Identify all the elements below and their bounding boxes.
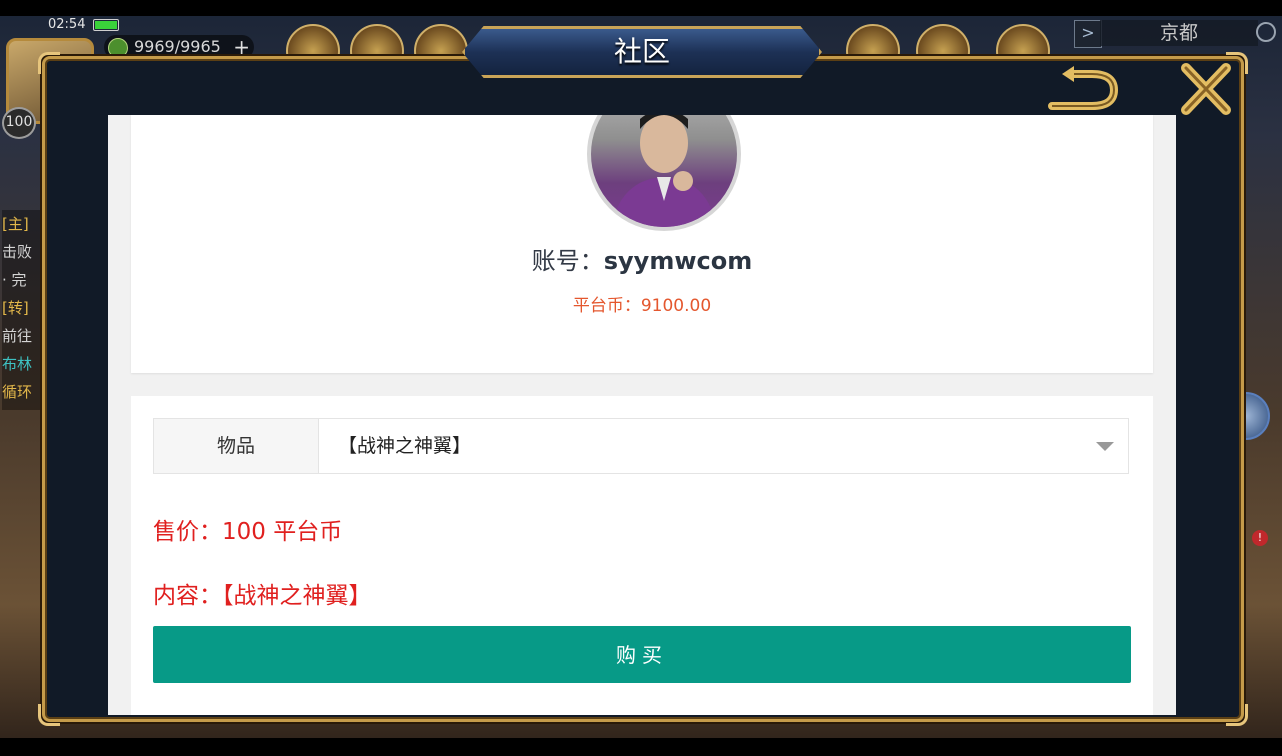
resource-value: 9969/9965 bbox=[134, 37, 221, 56]
price-text: 售价：100 平台币 bbox=[153, 519, 343, 545]
close-icon[interactable] bbox=[1178, 62, 1234, 116]
quest-line: · 完 bbox=[2, 271, 27, 289]
jade-icon bbox=[108, 38, 128, 58]
user-avatar bbox=[587, 115, 741, 231]
status-bar bbox=[0, 0, 1282, 16]
account-name: syymwcom bbox=[603, 247, 753, 275]
profile-card: 账号：syymwcom 平台币：9100.00 bbox=[131, 115, 1153, 373]
item-label: 物品 bbox=[154, 419, 319, 473]
content-text: 内容：【战神之神翼】 bbox=[153, 583, 372, 609]
expand-arrow-button[interactable]: > bbox=[1074, 20, 1102, 48]
dialog-content: 账号：syymwcom 平台币：9100.00 物品 【战神之神翼】 售价：10… bbox=[108, 115, 1176, 715]
quest-line: [转] bbox=[2, 299, 29, 317]
back-icon[interactable] bbox=[1044, 66, 1120, 114]
account-label: 账号： bbox=[531, 247, 604, 275]
map-search-icon[interactable] bbox=[1256, 22, 1276, 42]
quest-line: 击败 bbox=[2, 243, 33, 261]
trade-card: 物品 【战神之神翼】 售价：100 平台币 内容：【战神之神翼】 购买 bbox=[131, 396, 1153, 715]
dialog-title: 社区 bbox=[613, 35, 670, 68]
quest-line: 循环 bbox=[2, 383, 33, 401]
platform-coins: 平台币：9100.00 bbox=[572, 296, 712, 316]
bottom-bar bbox=[0, 738, 1282, 756]
clock: 02:54 bbox=[48, 17, 86, 32]
account-info: 账号：syymwcom bbox=[131, 241, 1153, 276]
person-icon bbox=[611, 115, 717, 227]
quest-line: [主] bbox=[2, 215, 29, 233]
frame-corner bbox=[1226, 704, 1248, 726]
selected-item: 【战神之神翼】 bbox=[338, 435, 472, 457]
frame-corner bbox=[38, 52, 60, 74]
quest-tracker[interactable]: [主] 击败 · 完 [转] 前往 布林 循环 bbox=[2, 210, 42, 410]
chevron-down-icon[interactable] bbox=[1096, 442, 1114, 451]
battery-icon bbox=[93, 19, 119, 31]
item-selector[interactable]: 物品 【战神之神翼】 bbox=[153, 418, 1129, 474]
item-select[interactable]: 【战神之神翼】 bbox=[318, 419, 1128, 473]
quest-line: 布林 bbox=[2, 355, 33, 373]
city-name: 京都 bbox=[1100, 20, 1258, 46]
level-badge: 100 bbox=[2, 107, 36, 139]
quest-line: 前往 bbox=[2, 327, 33, 345]
frame-corner bbox=[38, 704, 60, 726]
notification-badge: ! bbox=[1252, 530, 1268, 546]
buy-button[interactable]: 购买 bbox=[153, 626, 1131, 683]
